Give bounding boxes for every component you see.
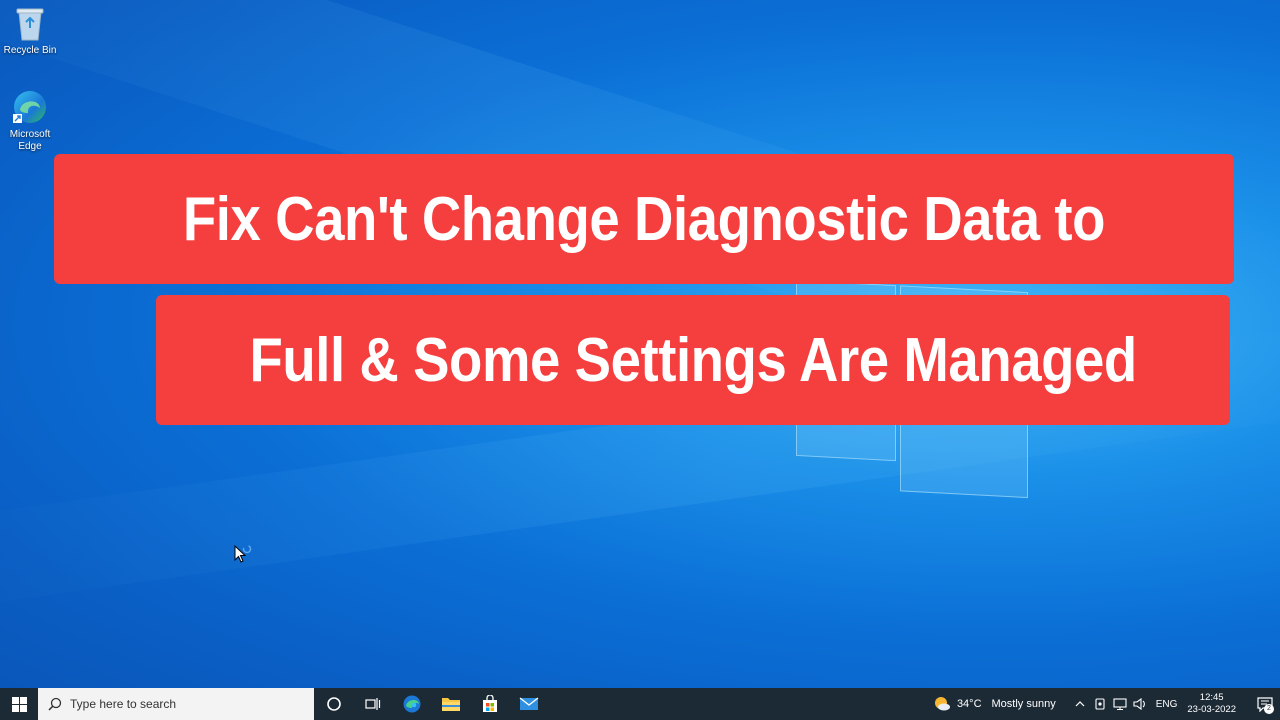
network-button[interactable]	[1110, 698, 1130, 710]
show-hidden-icons-button[interactable]	[1070, 701, 1090, 707]
title-banner-line-2: Full & Some Settings Are Managed	[156, 295, 1230, 425]
taskbar-search-box[interactable]: Type here to search	[38, 688, 314, 720]
volume-button[interactable]	[1130, 698, 1150, 710]
title-line-2: Full & Some Settings Are Managed	[249, 325, 1137, 395]
title-banner-line-1: Fix Can't Change Diagnostic Data to	[54, 154, 1234, 284]
windows-start-icon	[11, 696, 27, 712]
taskbar-clock[interactable]: 12:45 23-03-2022	[1187, 692, 1236, 716]
system-tray: 34°C Mostly sunny ENG 12:45 23-03-2022 2	[933, 688, 1280, 720]
sun-cloud-icon	[934, 697, 950, 711]
weather-condition: Mostly sunny	[991, 698, 1056, 710]
chevron-up-icon	[1075, 701, 1085, 707]
weather-widget[interactable]: 34°C Mostly sunny	[933, 695, 1056, 713]
clock-date: 23-03-2022	[1187, 704, 1236, 715]
recycle-bin-icon	[16, 8, 44, 41]
action-center-button[interactable]: 2	[1250, 688, 1280, 720]
mail-icon	[519, 697, 538, 710]
desktop-icon-recycle-bin[interactable]: Recycle Bin	[0, 4, 62, 57]
taskbar: Type here to search 34°C Mostly sunny EN…	[0, 688, 1280, 720]
task-view-icon	[364, 698, 380, 710]
title-line-1: Fix Can't Change Diagnostic Data to	[182, 184, 1106, 254]
mouse-cursor-icon	[234, 545, 252, 563]
desktop-icon-microsoft-edge[interactable]: Microsoft Edge	[0, 88, 62, 153]
search-placeholder: Type here to search	[70, 697, 177, 711]
weather-temperature: 34°C	[956, 698, 982, 710]
start-button[interactable]	[0, 688, 38, 720]
clock-time: 12:45	[1199, 692, 1224, 703]
microsoft-store-button[interactable]	[470, 688, 509, 720]
search-icon	[48, 697, 62, 711]
network-icon	[1113, 698, 1127, 710]
input-language[interactable]: ENG	[1156, 699, 1178, 710]
file-explorer-icon	[441, 698, 460, 711]
speaker-icon	[1133, 698, 1145, 710]
taskbar-edge-button[interactable]	[392, 688, 431, 720]
edge-icon	[403, 695, 420, 713]
cortana-icon	[326, 697, 341, 711]
cortana-button[interactable]	[314, 688, 353, 720]
store-icon	[482, 695, 497, 712]
edge-icon	[13, 91, 46, 123]
task-view-button[interactable]	[353, 688, 392, 720]
desktop-icon-label: Microsoft Edge	[9, 129, 51, 152]
desktop-icon-label: Recycle Bin	[3, 45, 57, 56]
file-explorer-button[interactable]	[431, 688, 470, 720]
security-icon	[1095, 698, 1105, 710]
tray-location-button[interactable]	[1090, 698, 1110, 710]
mail-button[interactable]	[509, 688, 548, 720]
notification-count-badge: 2	[1264, 704, 1274, 714]
